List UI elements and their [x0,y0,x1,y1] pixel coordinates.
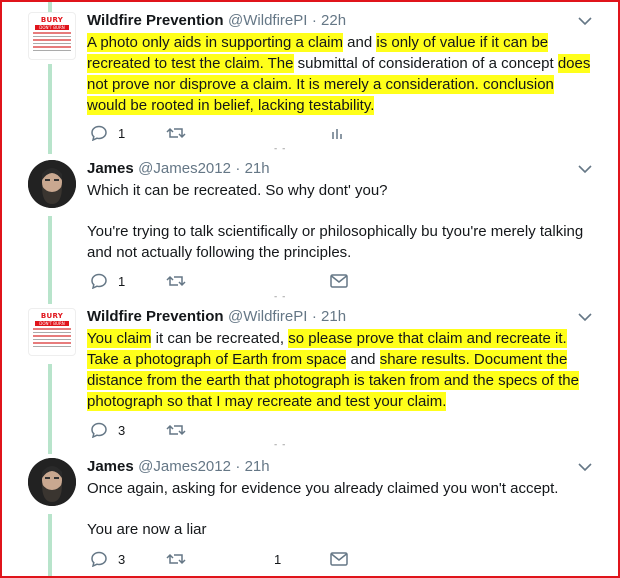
like-button[interactable]: 1 [274,549,281,569]
author-name[interactable]: James [87,160,134,177]
reply-count: 3 [118,422,126,438]
reply-icon [91,125,107,141]
envelope-icon [330,552,348,566]
logo-subtext: DON'T BURN [35,25,69,30]
reply-count: 1 [118,125,126,141]
logo-text: BURY [40,16,64,24]
analytics-icon [332,129,342,139]
direct-message-button[interactable] [330,549,348,569]
tweet-text: A photo only aids in supporting a claim … [87,33,591,115]
tweet-paragraph: You are now a liar [87,521,207,538]
retweet-button[interactable] [166,549,186,569]
avatar[interactable] [28,160,76,208]
divider-marker: - - [274,440,287,450]
tweet[interactable]: BURY DON'T BURN Wildfire Prevention @Wil… [2,308,618,452]
tweet-paragraph: Once again, asking for evidence you alre… [87,480,559,497]
tweet-header: Wildfire Prevention @WildfirePI · 22h [87,12,346,30]
tweet-header: James @James2012 · 21h [87,458,270,476]
divider-marker: - - [274,292,287,302]
author-handle[interactable]: @James2012 [138,458,231,475]
avatar[interactable] [28,458,76,506]
like-count: 1 [274,551,282,567]
logo-lines [33,32,71,51]
author-name[interactable]: James [87,458,134,475]
retweet-icon [166,424,186,436]
chevron-down-icon[interactable] [578,164,592,174]
logo-subtext: DON'T BURN [35,321,69,326]
retweet-button[interactable] [166,420,186,440]
retweet-button[interactable] [166,123,186,143]
chevron-down-icon[interactable] [578,462,592,472]
divider-marker: - - [274,144,287,154]
avatar[interactable]: BURY DON'T BURN [28,12,76,60]
chevron-down-icon[interactable] [578,16,592,26]
reply-button[interactable]: 3 [90,549,125,569]
screenshot-frame: BURY DON'T BURN Wildfire Prevention @Wil… [0,0,620,578]
timestamp[interactable]: · 21h [312,308,346,325]
retweet-button[interactable] [166,271,186,291]
reply-icon [91,422,107,438]
logo-lines [33,328,71,347]
tweet-header: Wildfire Prevention @WildfirePI · 21h [87,308,346,326]
tweet[interactable]: James @James2012 · 21h Once again, askin… [2,458,618,576]
author-name[interactable]: Wildfire Prevention [87,308,224,325]
tweet[interactable]: James @James2012 · 21h Which it can be r… [2,160,618,302]
envelope-icon [330,274,348,288]
retweet-icon [166,553,186,565]
chevron-down-icon[interactable] [578,312,592,322]
logo-text: BURY [40,312,64,320]
author-name[interactable]: Wildfire Prevention [87,12,224,29]
thread-line [48,2,52,12]
reply-icon [91,551,107,567]
tweet-paragraph: You're trying to talk scientifically or … [87,223,584,261]
tweet-header: James @James2012 · 21h [87,160,270,178]
reply-icon [91,273,107,289]
reply-count: 1 [118,273,126,289]
tweet-paragraph: Which it can be recreated. So why dont' … [87,182,388,199]
tweet-text: Which it can be recreated. So why dont' … [87,180,597,263]
tweet-text: Once again, asking for evidence you alre… [87,478,597,540]
reply-button[interactable]: 1 [90,271,125,291]
bearded-man-photo [28,458,76,506]
reply-button[interactable]: 3 [90,420,125,440]
author-handle[interactable]: @WildfirePI [228,12,307,29]
timestamp[interactable]: · 22h [312,12,346,29]
direct-message-button[interactable] [330,271,348,291]
reply-button[interactable]: 1 [90,123,125,143]
avatar[interactable]: BURY DON'T BURN [28,308,76,356]
retweet-icon [166,127,186,139]
analytics-button[interactable] [330,123,344,143]
tweet-text: You claim it can be recreated, so please… [87,329,579,411]
timestamp[interactable]: · 21h [235,160,269,177]
author-handle[interactable]: @James2012 [138,160,231,177]
author-handle[interactable]: @WildfirePI [228,308,307,325]
retweet-icon [166,275,186,287]
timestamp[interactable]: · 21h [235,458,269,475]
bearded-man-photo [28,160,76,208]
tweet[interactable]: BURY DON'T BURN Wildfire Prevention @Wil… [2,12,618,154]
reply-count: 3 [118,551,126,567]
